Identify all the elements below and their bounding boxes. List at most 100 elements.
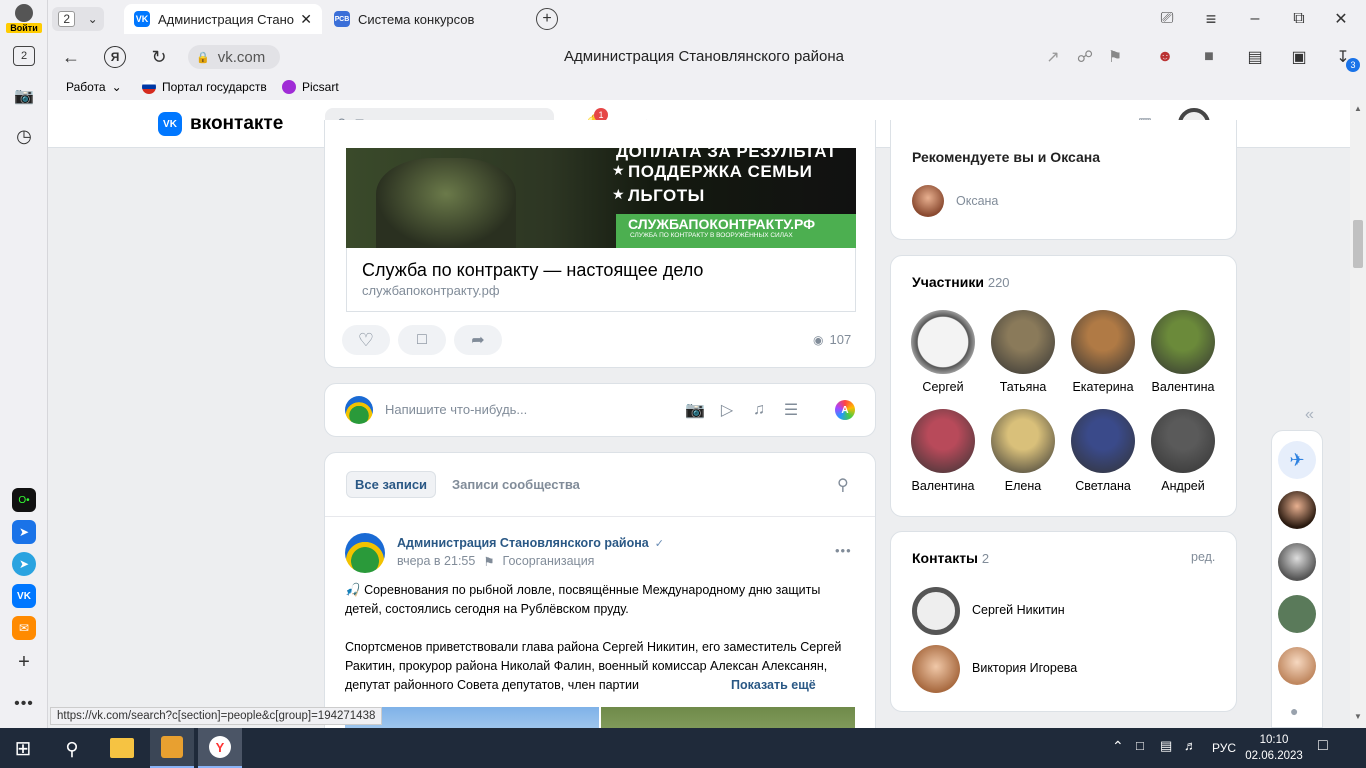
- contact-name[interactable]: Виктория Игорева: [972, 661, 1077, 675]
- share-button[interactable]: ➦: [454, 325, 502, 355]
- show-more-link[interactable]: Показать ещё: [725, 676, 816, 695]
- like-button[interactable]: ♡: [342, 325, 390, 355]
- tab-contests[interactable]: РСВ Система конкурсов: [324, 4, 524, 34]
- vk-logo[interactable]: VK вконтакте: [158, 112, 283, 136]
- ai-assist-icon[interactable]: A: [835, 400, 855, 420]
- photo-icon[interactable]: 📷: [683, 398, 707, 422]
- language-indicator[interactable]: РУС: [1212, 741, 1236, 755]
- login-button[interactable]: Войти: [6, 4, 42, 34]
- member-item[interactable]: Сергей: [903, 310, 983, 394]
- screenshot-icon[interactable]: 📷: [12, 86, 36, 106]
- chat-bubble-icon[interactable]: ●: [1290, 703, 1298, 719]
- tabs-counter-icon[interactable]: 2: [13, 46, 35, 66]
- members-title[interactable]: Участники 220: [912, 274, 1010, 290]
- contact-name[interactable]: Сергей Никитин: [972, 603, 1065, 617]
- member-item[interactable]: Светлана: [1063, 409, 1143, 493]
- network-icon[interactable]: ▤: [1160, 738, 1172, 754]
- member-item[interactable]: Екатерина: [1063, 310, 1143, 394]
- member-name: Валентина: [1151, 380, 1215, 394]
- member-item[interactable]: Татьяна: [983, 310, 1063, 394]
- post-time[interactable]: вчера в 21:55: [397, 554, 475, 569]
- tab-vk[interactable]: VK Администрация Станов ✕: [124, 4, 322, 34]
- recommend-avatar[interactable]: [912, 185, 944, 217]
- wall-card: Все записи Записи сообщества ⚲ Администр…: [324, 452, 876, 747]
- yandex-icon[interactable]: Я: [104, 46, 126, 68]
- translate-icon[interactable]: ▤: [1244, 46, 1266, 68]
- telegram-icon[interactable]: ➤: [12, 552, 36, 576]
- image-ext-icon[interactable]: ▣: [1288, 46, 1310, 68]
- comment-button[interactable]: □: [398, 325, 446, 355]
- app-icon[interactable]: [150, 728, 194, 768]
- contacts-edit-link[interactable]: ред.: [1191, 550, 1215, 564]
- tray-chevron-icon[interactable]: ⌃: [1112, 738, 1124, 755]
- post-banner-image[interactable]: ДОПЛАТА ЗА РЕЗУЛЬТАТ ПОДДЕРЖКА СЕМЬИ ЛЬГ…: [346, 142, 856, 248]
- restore-icon[interactable]: ⧉: [1288, 8, 1310, 30]
- reload-icon[interactable]: ↻: [148, 46, 170, 68]
- history-icon[interactable]: ◷: [12, 124, 36, 148]
- close-window-icon[interactable]: ✕: [1330, 8, 1352, 30]
- page-scrollbar[interactable]: ▲ ▼: [1350, 100, 1366, 728]
- post-author-avatar[interactable]: [345, 533, 385, 573]
- notifications-icon[interactable]: □: [1318, 737, 1328, 755]
- search-icon[interactable]: ⚲: [60, 737, 84, 761]
- back-icon[interactable]: ←: [60, 46, 82, 68]
- chat-avatar[interactable]: [1278, 543, 1316, 581]
- extension2-icon[interactable]: ■: [1198, 46, 1220, 68]
- contacts-title[interactable]: Контакты 2: [912, 550, 989, 566]
- music-note-icon[interactable]: ♫: [747, 398, 771, 422]
- extension-icon[interactable]: ☻: [1154, 46, 1176, 68]
- collections-icon[interactable]: ⎚: [1156, 8, 1178, 30]
- volume-icon[interactable]: ♬: [1184, 738, 1197, 753]
- member-name: Андрей: [1161, 479, 1205, 493]
- tab-all-posts[interactable]: Все записи: [346, 471, 437, 498]
- link-snippet[interactable]: Служба по контракту — настоящее дело слу…: [346, 248, 856, 312]
- search-icon[interactable]: ⚲: [837, 475, 849, 495]
- url-pill[interactable]: 🔒 vk.com: [188, 45, 280, 69]
- member-item[interactable]: Валентина: [903, 409, 983, 493]
- clock[interactable]: 10:10 02.06.2023: [1244, 732, 1304, 764]
- tray-icon[interactable]: □: [1136, 738, 1144, 753]
- tab-community-posts[interactable]: Записи сообщества: [452, 477, 580, 492]
- vk-icon[interactable]: VK: [12, 584, 36, 608]
- bookmark-work[interactable]: Работа ⌄: [66, 80, 122, 94]
- minimize-icon[interactable]: –: [1244, 8, 1266, 30]
- post-author-name[interactable]: Администрация Становлянского района ✓: [397, 536, 664, 550]
- contact-avatar[interactable]: [912, 645, 960, 693]
- windows-start-icon[interactable]: ⊞: [12, 737, 34, 760]
- close-tab-icon[interactable]: ✕: [300, 11, 312, 28]
- add-panel-icon[interactable]: +: [12, 650, 36, 674]
- chat-avatar[interactable]: [1278, 647, 1316, 685]
- collapse-chats-icon[interactable]: «: [1305, 406, 1314, 424]
- banner-green-strip: СЛУЖБАПОКОНТРАКТУ.РФ СЛУЖБА ПО КОНТРАКТУ…: [616, 214, 856, 248]
- yandex-browser-icon[interactable]: Y: [198, 728, 242, 768]
- article-icon[interactable]: ☰: [779, 398, 803, 422]
- protect-icon[interactable]: ☍: [1074, 46, 1096, 68]
- post-menu-icon[interactable]: •••: [835, 543, 852, 558]
- composer-input[interactable]: Напишите что-нибудь...: [385, 402, 527, 417]
- bookmark-picsart[interactable]: Picsart: [282, 80, 339, 94]
- messenger-icon[interactable]: ➤: [12, 520, 36, 544]
- post-text-1: 🎣 Соревнования по рыбной ловле, посвящён…: [345, 583, 821, 616]
- member-item[interactable]: Елена: [983, 409, 1063, 493]
- bookmark-icon[interactable]: ⚑: [1104, 46, 1126, 68]
- scrollbar-thumb[interactable]: [1353, 220, 1363, 268]
- more-icon[interactable]: •••: [12, 694, 36, 714]
- member-item[interactable]: Андрей: [1143, 409, 1223, 493]
- file-explorer-icon[interactable]: [110, 738, 134, 758]
- chat-avatar[interactable]: [1278, 595, 1316, 633]
- menu-icon[interactable]: ≡: [1200, 8, 1222, 30]
- new-tab-button[interactable]: +: [536, 8, 558, 30]
- contact-avatar[interactable]: [912, 587, 960, 635]
- scroll-down-icon[interactable]: ▼: [1354, 712, 1362, 721]
- tab-count-button[interactable]: 2 ⌄: [52, 7, 104, 31]
- mail-icon[interactable]: ✉: [12, 616, 36, 640]
- share-icon[interactable]: ↗: [1042, 46, 1064, 68]
- bookmark-gosportal[interactable]: Портал государств: [142, 80, 270, 94]
- recommend-name[interactable]: Оксана: [956, 194, 998, 208]
- scroll-up-icon[interactable]: ▲: [1354, 104, 1362, 113]
- member-item[interactable]: Валентина: [1143, 310, 1223, 394]
- rocket-icon[interactable]: ✈: [1278, 441, 1316, 479]
- alice-icon[interactable]: O•: [12, 488, 36, 512]
- video-icon[interactable]: ▷: [715, 398, 739, 422]
- chat-avatar[interactable]: [1278, 491, 1316, 529]
